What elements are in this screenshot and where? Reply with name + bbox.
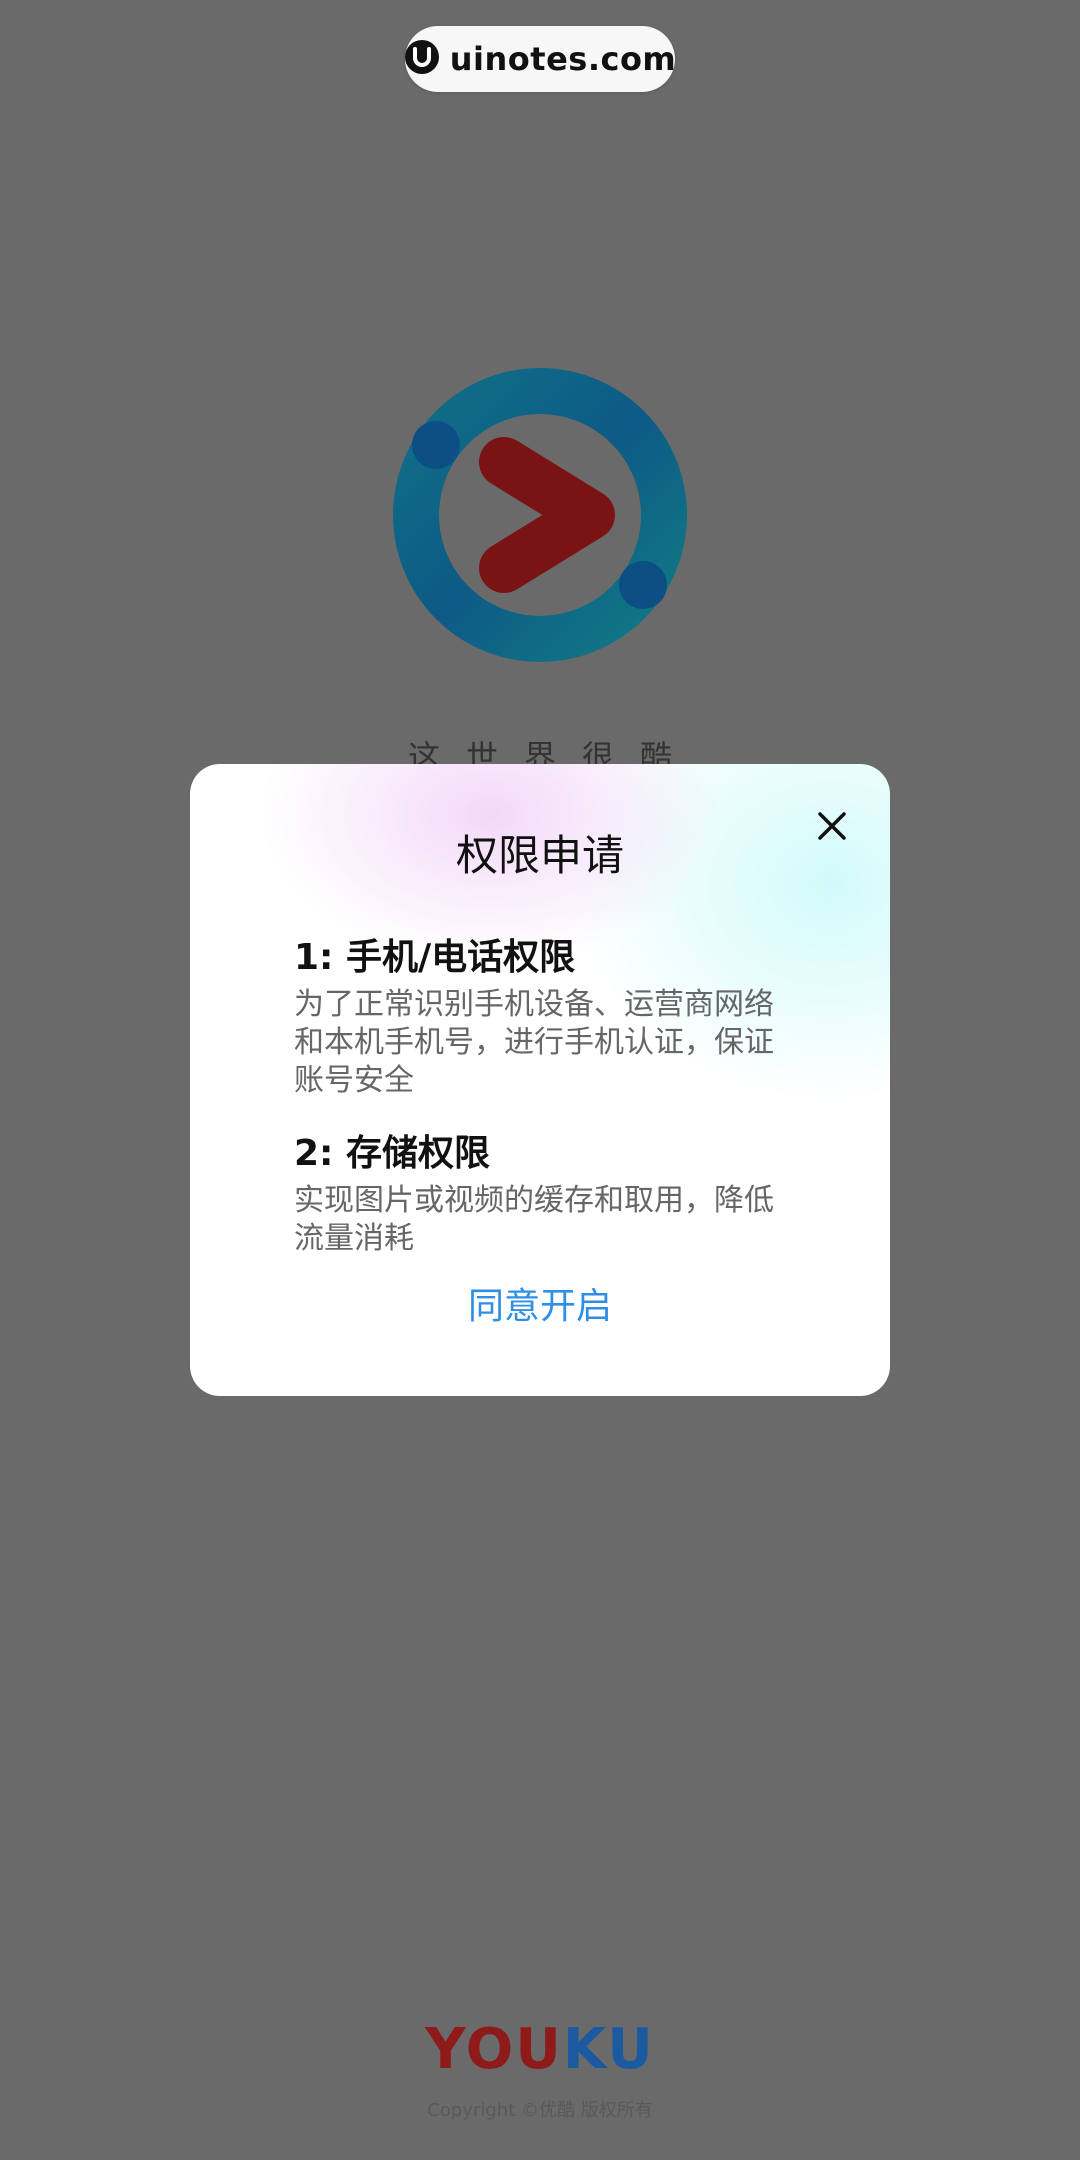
permission-description: 为了正常识别手机设备、运营商网络和本机手机号，进行手机认证，保证账号安全 [294,987,774,1098]
watermark-badge: uinotes.com [404,26,677,92]
wordmark-part-ku: KU [562,2017,655,2082]
permission-dialog: 权限申请 1: 手机/电话权限 为了正常识别手机设备、运营商网络和本机手机号，进… [190,764,890,1396]
wordmark-part-you: YOU [425,2017,563,2082]
youku-wordmark: YOUKU [0,2018,1080,2082]
agree-enable-button[interactable]: 同意开启 [190,1282,890,1332]
copyright-text: Copyright ©优酷 版权所有 [427,2100,653,2121]
dialog-title: 权限申请 [455,831,624,880]
youku-logo [392,367,688,663]
close-icon[interactable] [817,811,847,841]
permission-description: 实现图片或视频的缓存和取用，降低流量消耗 [294,1183,774,1256]
uinotes-logo-icon [404,39,440,79]
watermark-text: uinotes.com [449,40,677,78]
permission-title: 2: 存储权限 [294,1133,490,1174]
permission-item-storage: 2: 存储权限 实现图片或视频的缓存和取用，降低流量消耗 [294,1130,794,1258]
close-button[interactable] [810,804,854,848]
permission-item-phone: 1: 手机/电话权限 为了正常识别手机设备、运营商网络和本机手机号，进行手机认证… [294,934,794,1100]
permission-title: 1: 手机/电话权限 [294,937,576,978]
